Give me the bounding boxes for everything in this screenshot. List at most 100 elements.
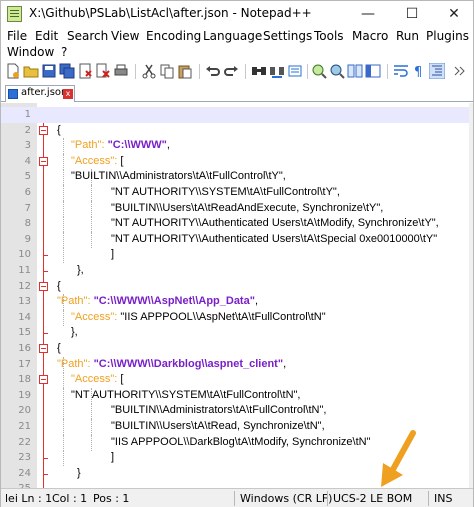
indent-guide [63,169,64,186]
indent-guide [91,216,92,233]
zoom-in-icon[interactable] [311,63,327,79]
json-punctuation: , [254,295,258,308]
file-saved-icon [8,89,18,99]
code-text: ] [111,248,114,260]
line-number: 9 [24,233,31,245]
json-string-value: "C:\\WWW\\AspNet\\App_Data" [93,295,255,308]
line-number: 21 [18,421,31,432]
line-number: 12 [18,280,31,292]
line-number: 16 [18,343,31,354]
find-in-files-icon[interactable] [287,63,303,79]
find-icon[interactable] [251,63,267,79]
new-file-icon[interactable] [5,63,21,79]
indent-guide-icon[interactable] [429,63,445,79]
line-number: 23 [18,452,31,464]
code-text: { [57,280,61,292]
tab-close-icon[interactable]: x [63,89,73,99]
json-key: "Access": [71,154,118,167]
code-text: "NT AUTHORITY\\SYSTEM\tA\tFullControl\tY… [111,186,340,198]
print-icon[interactable] [113,63,129,79]
json-text: "IIS APPPOOL\\DarkBlog\tA\tModify, Synch… [111,435,371,448]
close-all-icon[interactable] [95,63,111,79]
save-icon[interactable] [41,63,57,79]
json-string-value: "C:\\WWW\\Darkblog\\aspnet_client" [93,357,284,370]
code-text: ] [111,451,114,463]
close-file-icon[interactable] [77,63,93,79]
menu-settings[interactable]: Settings [263,29,312,43]
copy-icon[interactable] [159,63,175,79]
code-text: "Access": [ [71,373,123,385]
line-number: 10 [18,249,31,261]
code-line: 10] [1,247,473,264]
menu-view[interactable]: View [111,29,139,43]
notepadpp-window: X:\Github\PSLab\ListAcl\after.json - Not… [0,0,474,507]
tab-after-json[interactable]: after.json x [5,85,75,102]
menu-file[interactable]: File [7,29,27,43]
status-insert-mode: INS [434,492,453,505]
toolbar-more-icon[interactable] [451,63,467,79]
menu-tools[interactable]: Tools [314,29,344,43]
code-text: }, [71,326,78,338]
menu-plugins[interactable]: Plugins [426,29,469,43]
indent-guide [63,231,64,248]
code-text: "Path": "C:\\WWW\\AspNet\\App_Data", [57,295,258,307]
line-number: 22 [18,436,31,448]
menu-window[interactable]: Window [7,45,54,59]
undo-icon[interactable] [205,63,221,79]
redo-icon[interactable] [223,63,239,79]
line-number: 5 [24,171,31,183]
show-all-chars-icon[interactable]: ¶ [411,63,427,79]
code-line: 15}, [1,325,473,341]
code-text: { [57,124,61,136]
save-all-icon[interactable] [59,63,75,79]
code-line: 4 "Access": [ [1,153,473,170]
maximize-button[interactable]: ☐ [391,1,433,27]
json-string-value: "C:\\WWW" [107,139,167,152]
code-line: 14 "Access": "IIS APPPOOL\\AspNet\tA\tFul… [1,309,473,326]
json-text: { [57,123,61,136]
cut-icon[interactable] [141,63,157,79]
json-key: "Path": [71,139,105,152]
code-text: "Path": "C:\\WWW\\Darkblog\\aspnet_clien… [57,358,286,370]
zoom-out-icon[interactable] [329,63,345,79]
sync-scroll-icon[interactable] [347,63,363,79]
json-text: "BUILTIN\\Users\tA\tRead, Synchronize\tN… [111,420,325,432]
json-key: "Path": [57,357,91,370]
json-text: "BUILTIN\\Administrators\tA\tFullControl… [111,404,327,417]
menu-search[interactable]: Search [67,29,108,43]
paste-icon[interactable] [177,63,193,79]
word-wrap-icon[interactable] [393,63,409,79]
replace-icon[interactable] [269,63,285,79]
menu-language[interactable]: Language [203,29,262,43]
menu-help[interactable]: ? [61,45,67,59]
line-number: 19 [18,389,31,401]
window-title: X:\Github\PSLab\ListAcl\after.json - Not… [29,6,312,20]
indent-guide [63,372,64,389]
menu-encoding[interactable]: Encoding [146,29,201,43]
code-line: 2{ [1,123,473,139]
indent-guide [91,231,92,248]
line-number: 4 [24,155,31,167]
close-button[interactable]: ✕ [433,1,474,27]
menu-macro[interactable]: Macro [352,29,388,43]
menu-edit[interactable]: Edit [35,29,58,43]
open-file-icon[interactable] [23,63,39,79]
line-number: 20 [18,405,31,417]
tab-bar: after.json x [1,84,473,102]
line-number: 15 [18,327,31,339]
indent-guide [63,434,64,451]
line-number: 1 [24,109,31,120]
notepadpp-app-icon [7,6,22,22]
line-number: 8 [24,218,31,230]
status-encoding[interactable]: UCS-2 LE BOM [333,492,412,505]
tab-label: after.json [21,87,68,98]
minimize-button[interactable]: — [347,1,389,27]
vertical-scrollbar[interactable] [469,103,473,488]
status-eol[interactable]: Windows (CR LF) [240,492,332,505]
line-number: 24 [18,467,31,479]
code-line: 8 "NT AUTHORITY\\Authenticated Users\tA\t… [1,216,473,233]
panel-icon[interactable] [365,63,381,79]
menu-run[interactable]: Run [396,29,419,43]
indent-guide [63,138,64,155]
json-text: }, [71,326,78,339]
